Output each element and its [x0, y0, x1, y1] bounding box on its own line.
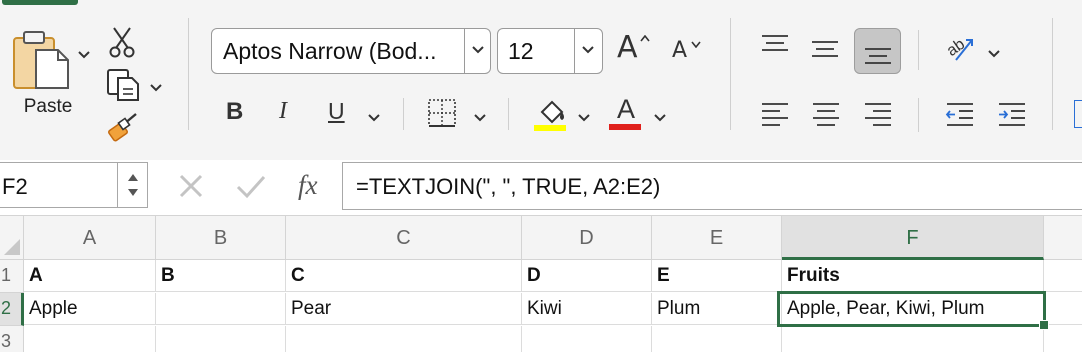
- cell-e3[interactable]: [652, 326, 782, 352]
- fill-color-dropdown-chevron-icon[interactable]: [578, 110, 590, 125]
- cell-d2[interactable]: Kiwi: [522, 293, 652, 325]
- ribbon-separator: [918, 98, 919, 132]
- enter-formula-check-icon[interactable]: [235, 174, 267, 205]
- cut-scissors-icon[interactable]: [108, 26, 136, 63]
- font-name-value: Aptos Narrow (Bod...: [223, 38, 437, 64]
- cell-g3[interactable]: [1044, 326, 1082, 352]
- highlight-color-swatch: [534, 125, 566, 131]
- cell-b3[interactable]: [156, 326, 286, 352]
- cell-d3[interactable]: [522, 326, 652, 352]
- cancel-formula-x-icon[interactable]: [178, 173, 204, 204]
- ribbon-separator: [730, 18, 731, 130]
- ribbon-separator: [918, 30, 919, 70]
- highlight-fill-color-icon[interactable]: [534, 96, 568, 137]
- cell-b2[interactable]: [156, 293, 286, 325]
- cell-a2[interactable]: Apple: [24, 293, 156, 325]
- cell-c3[interactable]: [286, 326, 522, 352]
- column-header-d[interactable]: D: [522, 216, 652, 260]
- paste-label[interactable]: Paste: [14, 96, 82, 118]
- underline-dropdown-chevron-icon[interactable]: [368, 110, 380, 125]
- font-size-chevron-icon[interactable]: [574, 29, 602, 73]
- increase-indent-icon[interactable]: [997, 102, 1027, 133]
- align-top-icon[interactable]: [760, 34, 790, 63]
- decrease-font-letter: A: [672, 38, 688, 63]
- column-header-a[interactable]: A: [24, 216, 156, 260]
- column-header-e[interactable]: E: [652, 216, 782, 260]
- row-header-1[interactable]: 1: [0, 260, 24, 293]
- font-name-dropdown[interactable]: Aptos Narrow (Bod...: [211, 28, 491, 74]
- wrap-merge-partial-icon[interactable]: [1074, 100, 1082, 128]
- ribbon-separator: [1052, 18, 1053, 130]
- formula-input[interactable]: =TEXTJOIN(", ", TRUE, A2:E2): [342, 162, 1082, 210]
- spreadsheet-grid: A B C D E F 1 A B C D E Fruits 2 Apple P…: [0, 216, 1082, 352]
- cell-f1[interactable]: Fruits: [782, 260, 1044, 292]
- decrease-font-size-button[interactable]: A: [672, 38, 687, 63]
- fill-handle[interactable]: [1039, 320, 1049, 330]
- row-header-3[interactable]: 3: [0, 326, 24, 352]
- ribbon-separator: [508, 98, 509, 130]
- cell-b1[interactable]: B: [156, 260, 286, 292]
- column-header-b[interactable]: B: [156, 216, 286, 260]
- cell-c2[interactable]: Pear: [286, 293, 522, 325]
- paste-dropdown-chevron-icon[interactable]: [78, 46, 90, 62]
- name-box-stepper[interactable]: [117, 163, 147, 207]
- format-painter-brush-icon[interactable]: [106, 112, 140, 147]
- font-color-swatch: [609, 124, 641, 130]
- italic-button[interactable]: I: [279, 98, 287, 125]
- copy-icon[interactable]: [106, 68, 140, 107]
- decrease-indent-icon[interactable]: [945, 102, 975, 133]
- align-bottom-button[interactable]: [854, 28, 901, 74]
- name-box-value: F2: [2, 174, 28, 199]
- ribbon: Paste Aptos Narrow (Bod... 12 A A B I U …: [0, 0, 1082, 160]
- decrease-font-caret-icon: [691, 36, 701, 51]
- active-tab-indicator: [2, 0, 78, 5]
- font-color-dropdown-chevron-icon[interactable]: [654, 110, 666, 125]
- formula-text: =TEXTJOIN(", ", TRUE, A2:E2): [356, 174, 661, 199]
- name-box[interactable]: F2: [0, 162, 148, 208]
- row-header-2[interactable]: 2: [0, 293, 24, 326]
- cell-e2[interactable]: Plum: [652, 293, 782, 325]
- increase-font-size-button[interactable]: A: [617, 30, 638, 65]
- cell-d1[interactable]: D: [522, 260, 652, 292]
- insert-function-fx-button[interactable]: fx: [298, 170, 318, 201]
- cell-f3[interactable]: [782, 326, 1044, 352]
- bold-button[interactable]: B: [226, 98, 243, 126]
- font-color-letter: A: [617, 94, 636, 124]
- cell-c1[interactable]: C: [286, 260, 522, 292]
- align-left-icon[interactable]: [760, 102, 790, 133]
- paste-icon[interactable]: [12, 28, 72, 90]
- active-cell-selection-border: [777, 291, 1046, 327]
- down-arrow-icon: [128, 189, 138, 196]
- font-size-dropdown[interactable]: 12: [497, 28, 603, 74]
- cell-a3[interactable]: [24, 326, 156, 352]
- orientation-dropdown-chevron-icon[interactable]: [988, 46, 1000, 61]
- borders-icon[interactable]: [427, 98, 457, 133]
- up-arrow-icon: [128, 174, 138, 181]
- align-right-icon[interactable]: [863, 102, 893, 133]
- cell-g2[interactable]: [1044, 293, 1082, 325]
- cell-e1[interactable]: E: [652, 260, 782, 292]
- ribbon-separator: [188, 18, 189, 130]
- select-all-corner[interactable]: [0, 216, 24, 260]
- align-center-icon[interactable]: [811, 102, 841, 133]
- ribbon-separator: [403, 98, 404, 130]
- increase-font-letter: A: [617, 30, 638, 65]
- underline-button[interactable]: U: [328, 98, 345, 125]
- align-middle-icon[interactable]: [810, 38, 840, 67]
- font-color-icon[interactable]: A: [609, 94, 643, 132]
- increase-font-caret-icon: [640, 30, 650, 45]
- column-header-c[interactable]: C: [286, 216, 522, 260]
- copy-dropdown-chevron-icon[interactable]: [150, 80, 162, 95]
- cell-a1[interactable]: A: [24, 260, 156, 292]
- font-size-value: 12: [508, 38, 534, 64]
- font-name-chevron-icon[interactable]: [464, 29, 490, 73]
- borders-dropdown-chevron-icon[interactable]: [474, 110, 486, 125]
- cell-g1[interactable]: [1044, 260, 1082, 292]
- column-header-f[interactable]: F: [782, 216, 1044, 260]
- text-orientation-icon[interactable]: ab: [944, 32, 976, 69]
- column-header-g-partial[interactable]: [1044, 216, 1082, 260]
